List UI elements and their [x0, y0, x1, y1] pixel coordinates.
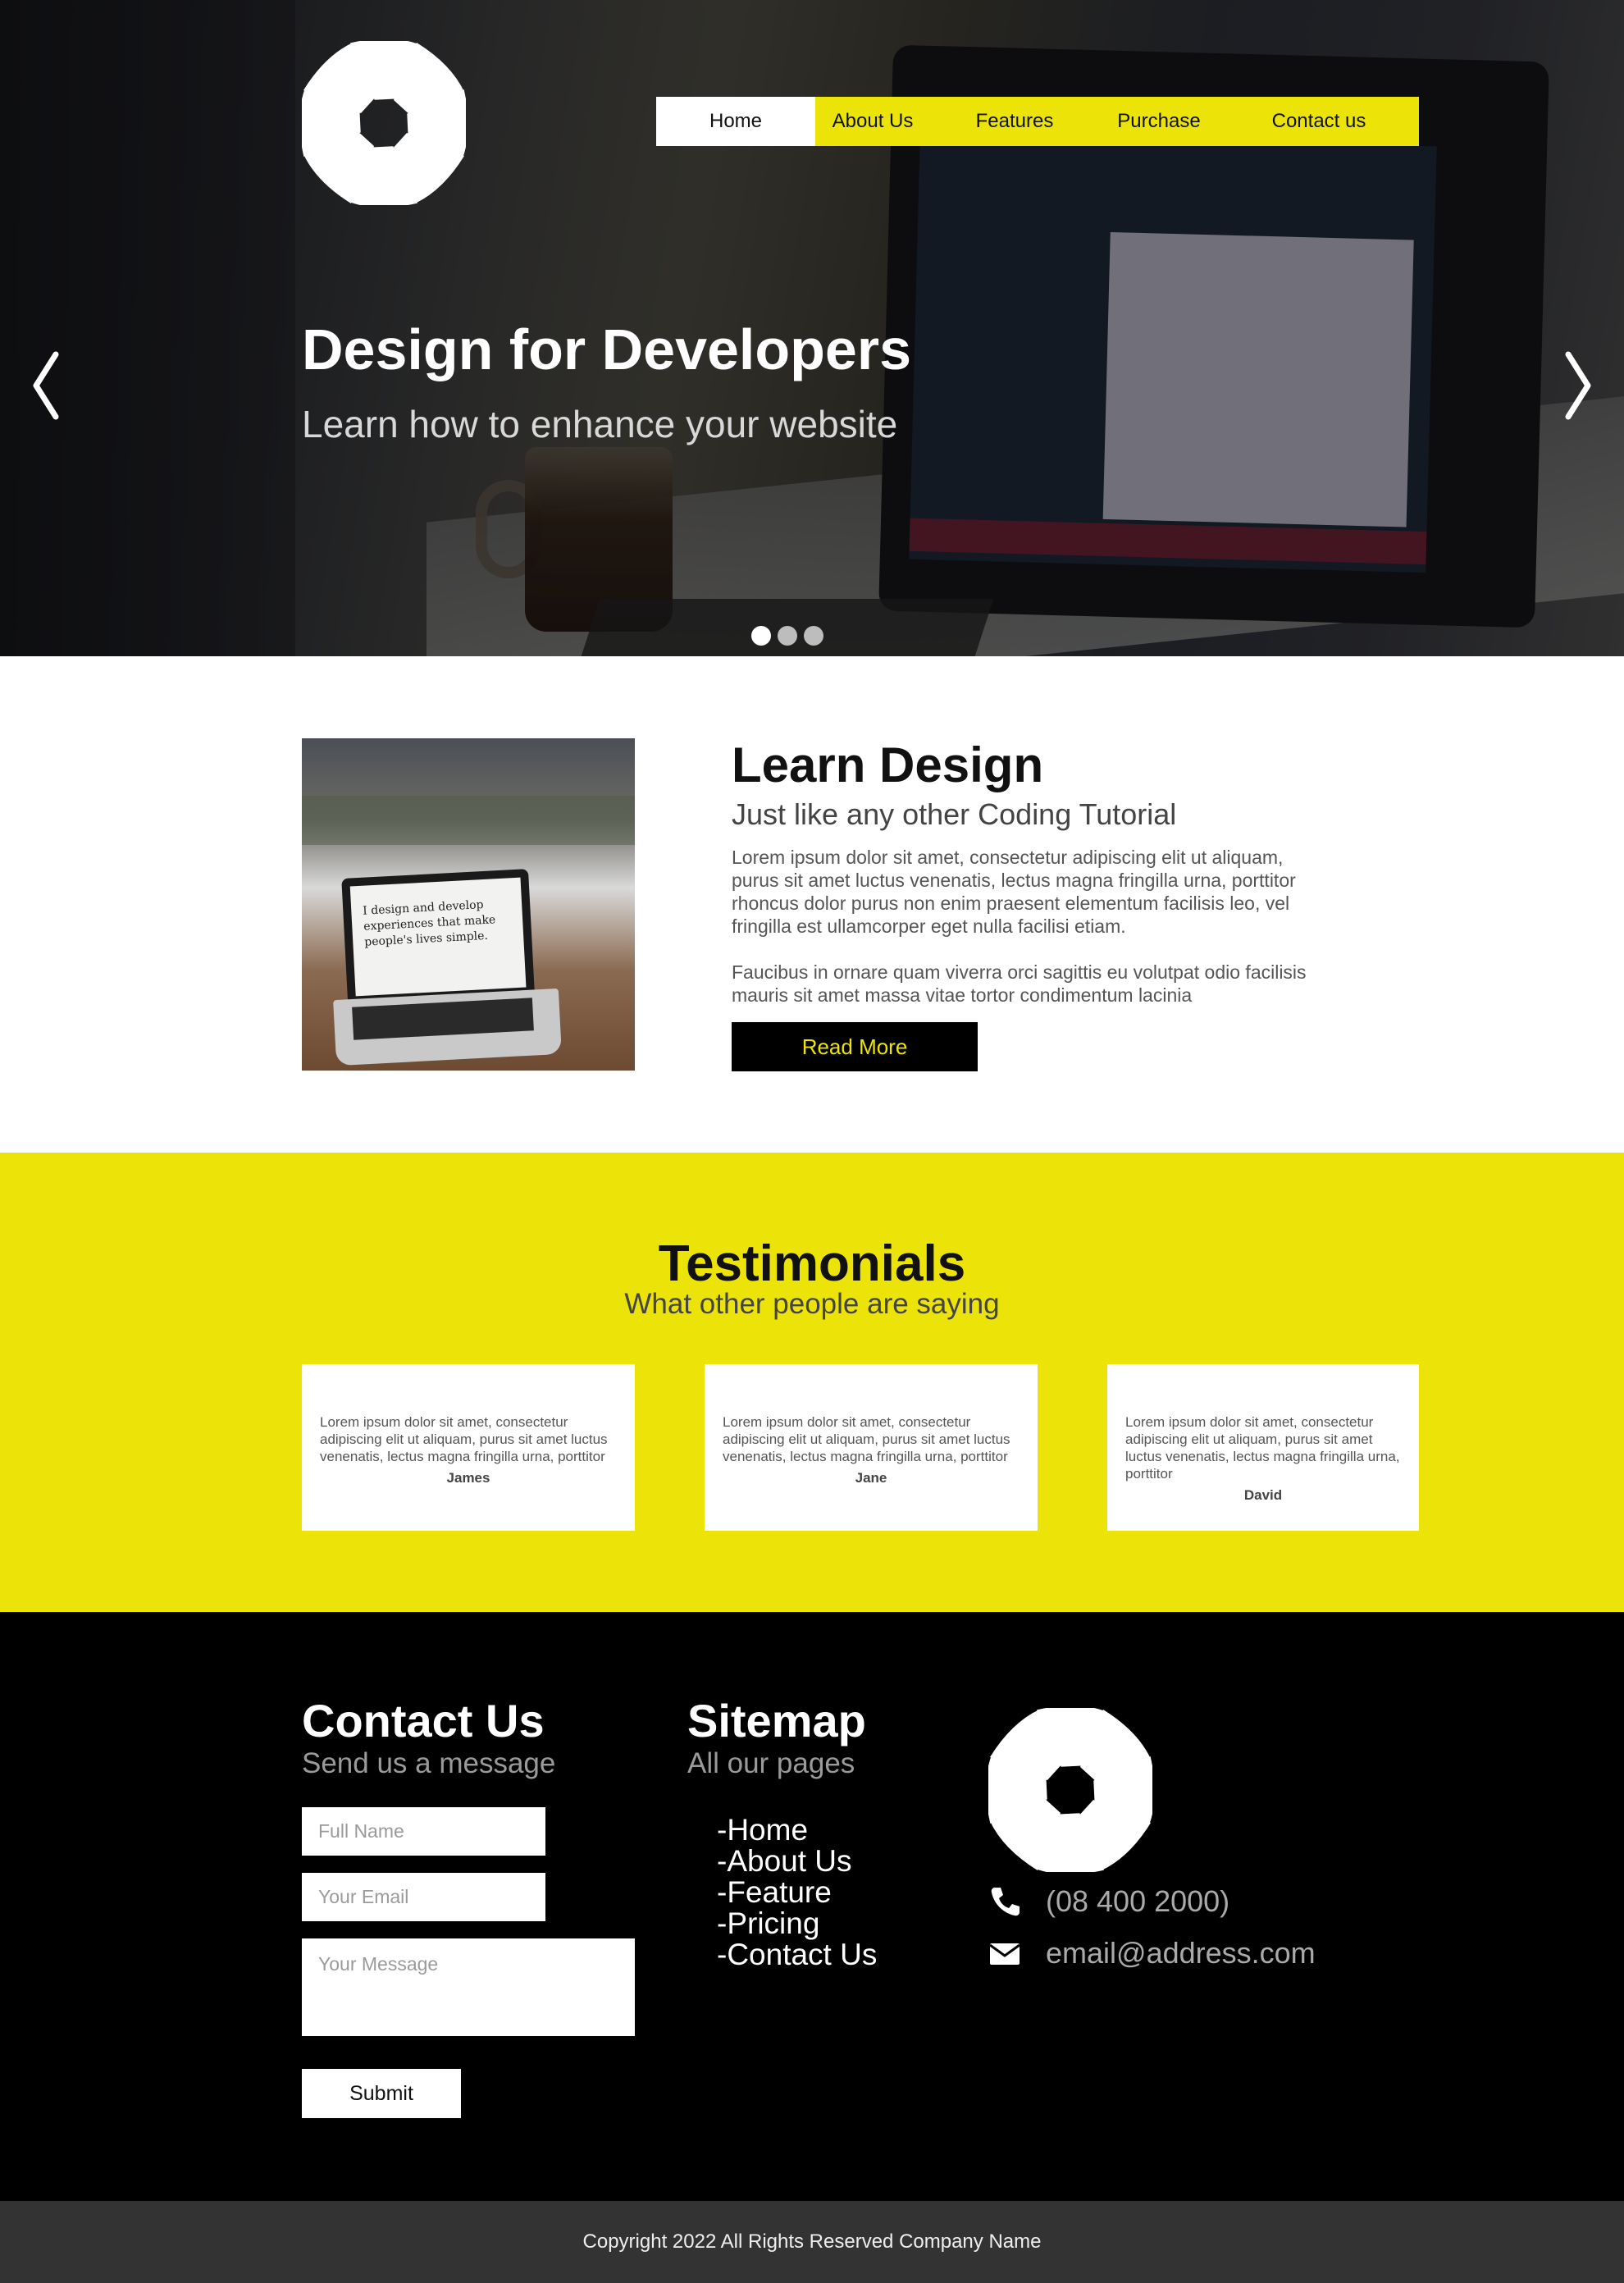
pinwheel-logo-icon[interactable]: [302, 41, 466, 205]
copyright-text: Copyright 2022 All Rights Reserved Compa…: [582, 2230, 1042, 2253]
nav-item-purchase[interactable]: Purchase: [1099, 97, 1219, 146]
nav-item-features[interactable]: Features: [930, 97, 1099, 146]
phone-number: (08 400 2000): [1046, 1884, 1230, 1918]
testimonial-author: Jane: [855, 1470, 887, 1486]
sitemap-link-about-us[interactable]: -About Us: [717, 1846, 877, 1877]
copyright-bar: Copyright 2022 All Rights Reserved Compa…: [0, 2201, 1624, 2283]
envelope-icon: [988, 1937, 1021, 1970]
pinwheel-logo-icon: [988, 1708, 1152, 1872]
contact-title: Contact Us: [302, 1695, 545, 1746]
testimonial-card: Lorem ipsum dolor sit amet, consectetur …: [705, 1364, 1038, 1531]
nav-item-contact-us[interactable]: Contact us: [1219, 97, 1419, 146]
testimonial-card: Lorem ipsum dolor sit amet, consectetur …: [302, 1364, 635, 1531]
sitemap-subtitle: All our pages: [687, 1747, 855, 1779]
read-more-button[interactable]: Read More: [732, 1022, 978, 1071]
sitemap-link-contact-us[interactable]: -Contact Us: [717, 1939, 877, 1970]
submit-button[interactable]: Submit: [302, 2069, 461, 2118]
hero-title: Design for Developers: [302, 317, 911, 381]
slider-dot[interactable]: [778, 626, 797, 646]
about-subtitle: Just like any other Coding Tutorial: [732, 797, 1177, 831]
email-input[interactable]: [302, 1873, 545, 1921]
testimonial-author: James: [446, 1470, 490, 1486]
about-title: Learn Design: [732, 737, 1044, 792]
testimonial-quote: Lorem ipsum dolor sit amet, consectetur …: [1125, 1414, 1400, 1482]
about-image-screen-text: I design and develop experiences that ma…: [349, 877, 527, 997]
sitemap-link-pricing[interactable]: -Pricing: [717, 1908, 877, 1939]
testimonial-card: Lorem ipsum dolor sit amet, consectetur …: [1107, 1364, 1419, 1531]
phone-row: (08 400 2000): [988, 1884, 1229, 1919]
chevron-right-icon[interactable]: [1562, 351, 1594, 420]
testimonial-author: David: [1243, 1487, 1283, 1503]
testimonial-quote: Lorem ipsum dolor sit amet, consectetur …: [723, 1414, 1010, 1464]
contact-subtitle: Send us a message: [302, 1747, 556, 1779]
testimonials-subtitle: What other people are saying: [624, 1288, 1000, 1320]
sitemap-title: Sitemap: [687, 1695, 866, 1746]
nav-item-about-us[interactable]: About Us: [815, 97, 930, 146]
testimonials-title: Testimonials: [658, 1235, 966, 1292]
about-image: I design and develop experiences that ma…: [302, 738, 635, 1071]
email-row: email@address.com: [988, 1936, 1316, 1970]
sitemap-link-feature[interactable]: -Feature: [717, 1877, 877, 1908]
about-image-background: [302, 796, 635, 845]
message-textarea[interactable]: [302, 1938, 635, 2036]
about-paragraph: Faucibus in ornare quam viverra orci sag…: [732, 961, 1307, 1006]
full-name-input[interactable]: [302, 1807, 545, 1856]
chevron-left-icon[interactable]: [30, 351, 62, 420]
hero-subtitle: Learn how to enhance your website: [302, 403, 898, 445]
testimonial-quote: Lorem ipsum dolor sit amet, consectetur …: [320, 1414, 608, 1464]
nav-item-home[interactable]: Home: [656, 97, 815, 146]
about-paragraph: Lorem ipsum dolor sit amet, consectetur …: [732, 847, 1296, 937]
email-address[interactable]: email@address.com: [1046, 1936, 1316, 1970]
slider-dot[interactable]: [751, 626, 771, 646]
slider-dots: [751, 626, 823, 646]
phone-icon: [988, 1885, 1021, 1918]
sitemap-list: -Home -About Us -Feature -Pricing -Conta…: [717, 1815, 877, 1970]
main-nav: Home About Us Features Purchase Contact …: [656, 97, 1419, 146]
slider-dot[interactable]: [804, 626, 823, 646]
about-image-laptop-screen: I design and develop experiences that ma…: [341, 869, 535, 1002]
sitemap-link-home[interactable]: -Home: [717, 1815, 877, 1846]
